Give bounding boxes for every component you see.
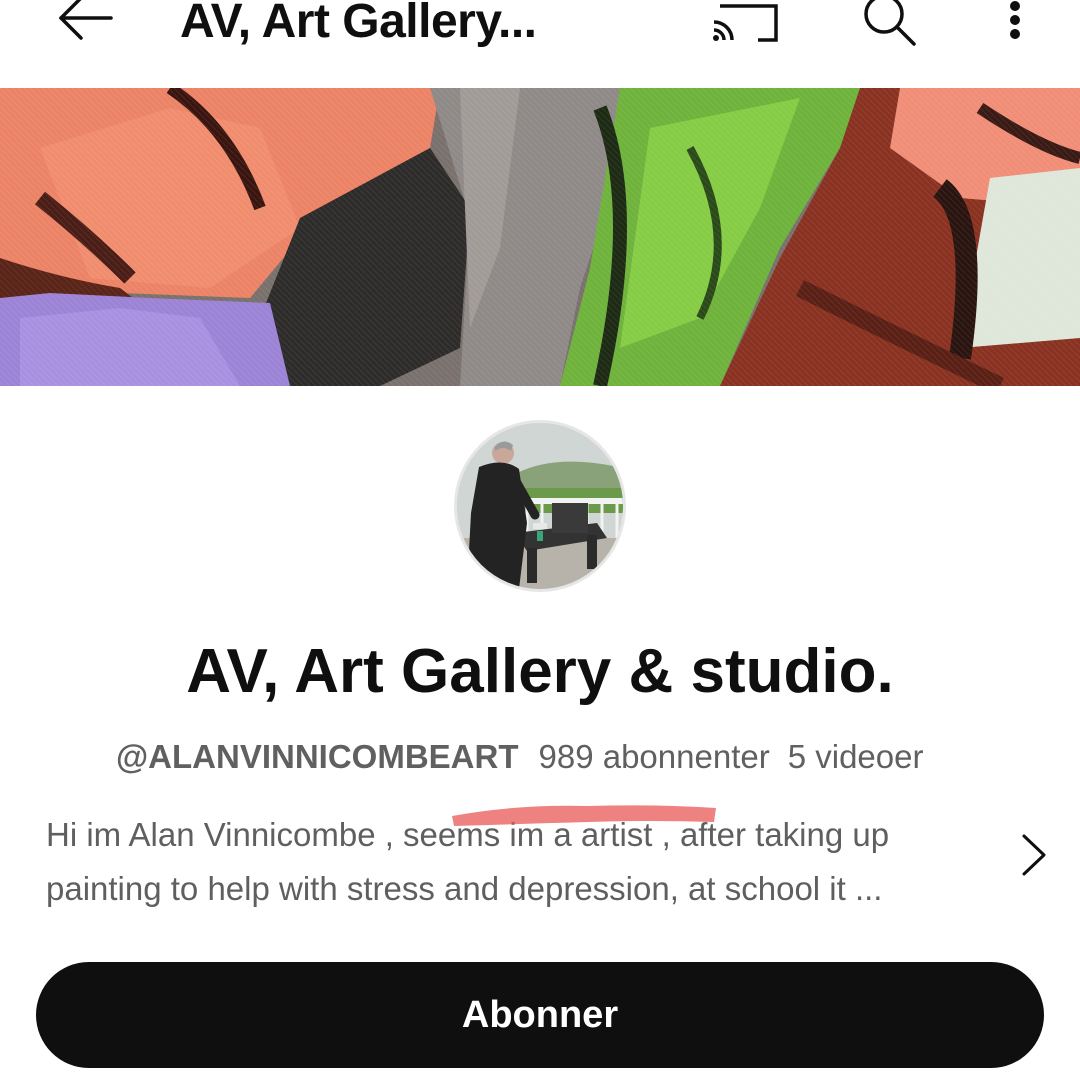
highlight-annotation (448, 796, 720, 830)
description-line: painting to help with stress and depress… (46, 870, 883, 907)
channel-meta: @ALANVINNICOMBEART 989 abonnenter 5 videoe… (116, 738, 923, 776)
search-icon (854, 0, 924, 50)
cast-icon (706, 4, 782, 48)
arrow-left-icon (55, 0, 115, 47)
search-button[interactable] (854, 0, 924, 46)
description-expand-button[interactable] (1014, 830, 1050, 880)
back-button[interactable] (50, 0, 120, 44)
channel-handle: @ALANVINNICOMBEART (116, 738, 519, 775)
more-options-button[interactable] (994, 0, 1036, 46)
page-title: AV, Art Gallery... (180, 0, 537, 48)
chevron-right-icon (1014, 834, 1050, 884)
subscriber-count: 989 abonnenter (538, 738, 770, 775)
video-count: 5 videoer (787, 738, 924, 775)
channel-name: AV, Art Gallery & studio. (186, 637, 894, 706)
subscribe-button[interactable]: Abonner (36, 962, 1044, 1068)
channel-banner (0, 88, 1080, 386)
top-app-bar: AV, Art Gallery... (0, 0, 1080, 88)
cast-button[interactable] (706, 0, 782, 44)
channel-avatar[interactable] (454, 420, 626, 592)
more-vert-icon (994, 1, 1036, 50)
